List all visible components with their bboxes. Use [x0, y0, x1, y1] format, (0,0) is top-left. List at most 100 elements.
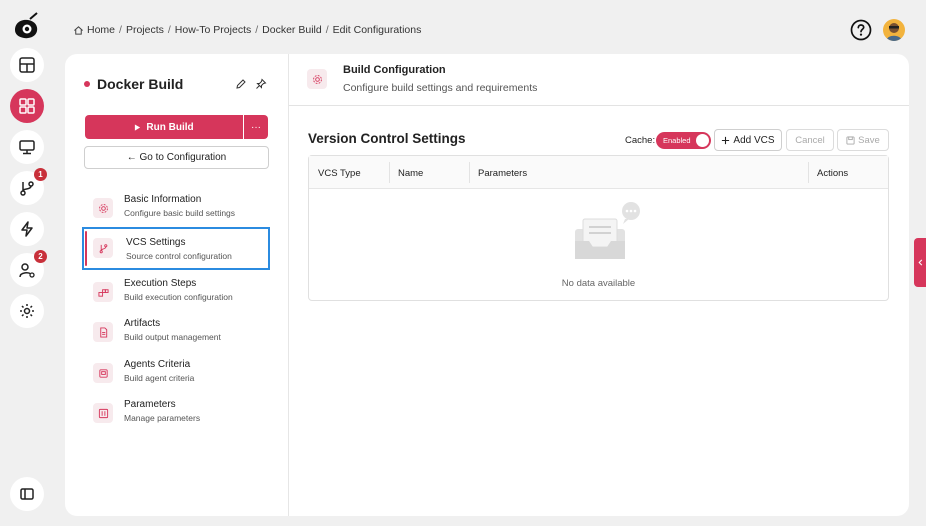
nav-execution-steps[interactable]: Execution Steps Build execution configur…: [93, 278, 263, 308]
left-rail: 1 2: [0, 0, 52, 526]
nav-subtitle: Build agent criteria: [124, 373, 195, 383]
monitor-icon: [19, 140, 35, 155]
gear-icon: [93, 198, 113, 218]
column-divider: [389, 162, 390, 183]
rail-projects-button[interactable]: [10, 89, 44, 123]
steps-icon: [93, 282, 113, 302]
cancel-button[interactable]: Cancel: [786, 129, 834, 151]
plus-icon: [722, 136, 730, 144]
file-icon: [93, 322, 113, 342]
expand-panel-button[interactable]: [914, 238, 926, 287]
nav-subtitle: Build output management: [124, 332, 221, 342]
nav-title: Basic Information: [124, 194, 202, 205]
edit-icon[interactable]: [235, 78, 247, 90]
cache-toggle[interactable]: Enabled: [656, 132, 711, 149]
chevron-left-icon: [917, 259, 922, 266]
app-logo[interactable]: [10, 10, 42, 42]
breadcrumb-projects[interactable]: Projects: [126, 24, 164, 36]
cache-toggle-state: Enabled: [663, 136, 691, 145]
empty-inbox-icon: [575, 202, 640, 259]
nav-subtitle: Source control configuration: [126, 251, 232, 261]
rail-monitor-button[interactable]: [10, 130, 44, 164]
table-header: VCS Type Name Parameters Actions: [309, 156, 888, 189]
rail-users-button[interactable]: 2: [10, 250, 47, 287]
add-vcs-label: Add VCS: [733, 134, 775, 146]
add-vcs-button[interactable]: Add VCS: [714, 129, 782, 151]
nav-parameters[interactable]: Parameters Manage parameters: [93, 399, 263, 429]
vcs-heading: Version Control Settings: [308, 131, 466, 146]
nav-title: Parameters: [124, 399, 176, 410]
users-badge: 2: [34, 250, 47, 263]
go-to-configuration-button[interactable]: ← Go to Configuration: [84, 146, 269, 169]
status-dot: [84, 81, 90, 87]
breadcrumb-separator: /: [325, 24, 329, 36]
column-header-actions[interactable]: Actions: [817, 168, 848, 179]
section-subtitle: Configure build settings and requirement…: [343, 82, 538, 94]
project-title: Docker Build: [97, 76, 184, 92]
run-build-label: Run Build: [146, 121, 194, 133]
avatar-icon: [886, 23, 902, 41]
rail-collapse-button[interactable]: [10, 477, 44, 511]
user-settings-icon: [19, 263, 35, 278]
agent-icon: [93, 363, 113, 383]
more-icon: ···: [251, 121, 261, 133]
rail-settings-button[interactable]: [10, 294, 44, 328]
branches-badge: 1: [34, 168, 47, 181]
sidebar-toggle-icon: [20, 488, 34, 500]
pin-icon[interactable]: [255, 78, 267, 90]
column-header-parameters[interactable]: Parameters: [478, 168, 527, 179]
avatar[interactable]: [883, 19, 905, 41]
breadcrumb-docker-build[interactable]: Docker Build: [262, 24, 322, 36]
board-icon: [19, 57, 35, 73]
save-label: Save: [858, 134, 880, 146]
breadcrumb-how-to-projects[interactable]: How-To Projects: [175, 24, 251, 36]
breadcrumb: Home / Projects / How-To Projects / Dock…: [73, 24, 421, 36]
save-icon: [846, 135, 855, 145]
help-icon[interactable]: [850, 19, 872, 41]
cache-label: Cache:: [625, 135, 656, 146]
column-header-vcs-type[interactable]: VCS Type: [318, 168, 361, 179]
nav-agents-criteria[interactable]: Agents Criteria Build agent criteria: [93, 359, 263, 389]
project-header: Docker Build: [84, 76, 183, 92]
play-icon: [135, 123, 141, 131]
gear-icon: [20, 304, 34, 318]
go-to-configuration-label: ← Go to Configuration: [126, 152, 227, 163]
column-divider: [808, 162, 809, 183]
home-icon[interactable]: [73, 25, 84, 36]
column-divider: [469, 162, 470, 183]
run-build-button[interactable]: Run Build: [85, 115, 243, 139]
rail-board-button[interactable]: [10, 48, 44, 82]
save-button[interactable]: Save: [837, 129, 889, 151]
nav-title: Execution Steps: [124, 278, 197, 289]
divider: [289, 105, 909, 106]
selected-accent: [85, 231, 87, 266]
nav-basic-information[interactable]: Basic Information Configure basic build …: [93, 194, 263, 224]
nav-title: Agents Criteria: [124, 359, 191, 370]
nav-vcs-settings[interactable]: VCS Settings Source control configuratio…: [82, 227, 270, 270]
column-header-name[interactable]: Name: [398, 168, 423, 179]
nav-title: VCS Settings: [126, 237, 186, 248]
vcs-table: VCS Type Name Parameters Actions No data…: [308, 155, 889, 301]
nav-title: Artifacts: [124, 318, 161, 329]
nav-subtitle: Manage parameters: [124, 413, 201, 423]
rail-actions-button[interactable]: [10, 212, 44, 246]
nav-subtitle: Configure basic build settings: [124, 208, 236, 218]
rail-branches-button[interactable]: 1: [10, 168, 47, 205]
run-build-more-button[interactable]: ···: [244, 115, 268, 139]
breadcrumb-current: Edit Configurations: [332, 24, 422, 36]
breadcrumb-separator: /: [255, 24, 259, 36]
breadcrumb-separator: /: [119, 24, 122, 36]
lightning-icon: [21, 221, 33, 237]
grid-icon: [19, 98, 35, 114]
nav-artifacts[interactable]: Artifacts Build output management: [93, 318, 263, 348]
branch-icon: [20, 181, 34, 196]
section-title: Build Configuration: [343, 64, 446, 76]
gear-icon: [307, 69, 327, 89]
config-sidebar: Docker Build Run Build ··· ← Go to Confi…: [65, 54, 289, 516]
empty-state-text: No data available: [561, 278, 636, 289]
breadcrumb-separator: /: [167, 24, 171, 36]
breadcrumb-home[interactable]: Home: [87, 24, 115, 36]
nav-subtitle: Build execution configuration: [124, 292, 233, 302]
sliders-icon: [93, 403, 113, 423]
cancel-label: Cancel: [795, 134, 825, 146]
